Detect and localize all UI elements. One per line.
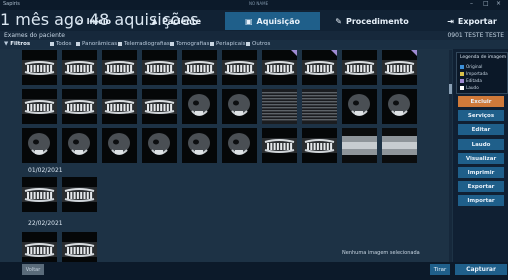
checkbox-icon [50, 42, 54, 46]
exam-thumbnail[interactable] [182, 50, 217, 85]
exam-gallery [22, 50, 452, 267]
section-date: 22/02/2021 [28, 220, 63, 227]
exam-thumbnail[interactable] [302, 128, 337, 163]
legend-item: Original [460, 64, 482, 69]
exam-thumbnail[interactable] [102, 50, 137, 85]
checkbox-icon [76, 42, 80, 46]
export-button[interactable]: Exportar [458, 181, 504, 192]
tab-aquisicao[interactable]: ▣ Aquisição [225, 12, 320, 30]
exam-thumbnail[interactable] [22, 89, 57, 124]
patient-name: 0901 TESTE TESTE [447, 32, 504, 39]
legend-item: Editada [460, 78, 482, 83]
exam-thumbnail[interactable] [142, 50, 177, 85]
import-button[interactable]: Importar [458, 195, 504, 206]
delete-button[interactable]: Excluir [458, 96, 504, 107]
exam-thumbnail[interactable] [222, 50, 257, 85]
back-button[interactable]: Voltar [22, 264, 44, 275]
checkbox-icon [118, 42, 122, 46]
exam-thumbnail[interactable] [22, 128, 57, 163]
edit-icon: ✎ [335, 16, 342, 26]
report-button[interactable]: Laudo [458, 139, 504, 150]
page-title: Exames do paciente [4, 32, 65, 39]
edited-flag-icon [291, 50, 297, 56]
window-titlebar: Sapiris NO NAME – □ × [0, 0, 508, 10]
exam-thumbnail[interactable] [382, 89, 417, 124]
tab-procedimento[interactable]: ✎ Procedimento [332, 12, 412, 30]
scrollbar-thumb[interactable] [449, 84, 452, 94]
exam-thumbnail[interactable] [302, 89, 337, 124]
exam-thumbnail[interactable] [302, 50, 337, 85]
exam-thumbnail[interactable] [262, 50, 297, 85]
legend-swatch [460, 85, 464, 90]
tab-label: Procedimento [345, 16, 409, 26]
window-center-label: NO NAME [249, 1, 269, 6]
maximize-icon[interactable]: □ [483, 0, 489, 7]
filter-periapicais[interactable]: Periapicais [210, 41, 245, 47]
close-icon[interactable]: × [496, 0, 501, 7]
legend-swatch [460, 64, 464, 69]
exam-thumbnail[interactable] [62, 89, 97, 124]
image-legend: Legenda de imagem Original Importada Edi… [456, 52, 508, 94]
exam-thumbnail[interactable] [382, 128, 417, 163]
capture-button[interactable]: Capturar [455, 264, 507, 275]
edited-flag-icon [411, 50, 417, 56]
exam-thumbnail[interactable] [22, 50, 57, 85]
exam-thumbnail[interactable] [182, 89, 217, 124]
take-button[interactable]: Tirar [430, 264, 450, 275]
filter-todos[interactable]: Todos [50, 41, 72, 47]
services-button[interactable]: Serviços [458, 110, 504, 121]
filter-icon: ▼ [4, 41, 9, 47]
edited-flag-icon [331, 50, 337, 56]
acquisition-subtitle: 1 mês ago 48 aquisições [0, 10, 199, 29]
exam-thumbnail[interactable] [262, 128, 297, 163]
exam-thumbnail[interactable] [342, 50, 377, 85]
camera-icon: ▣ [244, 16, 253, 26]
app-title: Sapiris [3, 1, 20, 7]
filter-telerradiografias[interactable]: Telerradiografias [118, 41, 170, 47]
exam-thumbnail[interactable] [102, 128, 137, 163]
checkbox-icon [210, 42, 214, 46]
exam-thumbnail[interactable] [182, 128, 217, 163]
print-button[interactable]: Imprimir [458, 167, 504, 178]
gallery-scrollbar[interactable] [449, 50, 452, 264]
legend-item: Importada [460, 71, 488, 76]
exam-thumbnail[interactable] [262, 89, 297, 124]
exam-thumbnail[interactable] [382, 50, 417, 85]
exam-thumbnail[interactable] [22, 177, 57, 212]
exam-thumbnail[interactable] [142, 128, 177, 163]
exam-thumbnail[interactable] [222, 128, 257, 163]
section-date: 01/02/2021 [28, 167, 63, 174]
exam-thumbnail[interactable] [342, 89, 377, 124]
checkbox-icon [170, 42, 174, 46]
exams-header: Exames do paciente 0901 TESTE TESTE [0, 31, 508, 40]
legend-item: Laudo [460, 85, 479, 90]
exam-thumbnail[interactable] [62, 128, 97, 163]
tab-exportar[interactable]: ⇥ Exportar [438, 12, 506, 30]
minimize-icon[interactable]: – [470, 0, 473, 7]
checkbox-icon [246, 42, 250, 46]
selection-status: Nenhuma imagem selecionada [342, 250, 420, 256]
exam-thumbnail[interactable] [102, 89, 137, 124]
filter-panoramicas[interactable]: Panorâmicas [76, 41, 117, 47]
legend-swatch [460, 78, 464, 83]
exam-thumbnail[interactable] [62, 177, 97, 212]
filter-tomografias[interactable]: Tomografias [170, 41, 209, 47]
tab-label: Exportar [457, 16, 497, 26]
export-icon: ⇥ [447, 16, 454, 26]
edit-button[interactable]: Editar [458, 124, 504, 135]
filter-bar: ▼ Filtros Todos Panorâmicas Telerradiogr… [0, 40, 508, 49]
tab-label: Aquisição [256, 16, 301, 26]
exam-thumbnail[interactable] [142, 89, 177, 124]
exam-thumbnail[interactable] [342, 128, 377, 163]
exam-thumbnail[interactable] [222, 89, 257, 124]
view-button[interactable]: Visualizar [458, 153, 504, 164]
legend-swatch [460, 71, 464, 76]
filter-label: ▼ Filtros [4, 41, 31, 47]
legend-title: Legenda de imagem [460, 55, 507, 60]
filter-outros[interactable]: Outros [246, 41, 270, 47]
exam-thumbnail[interactable] [62, 50, 97, 85]
